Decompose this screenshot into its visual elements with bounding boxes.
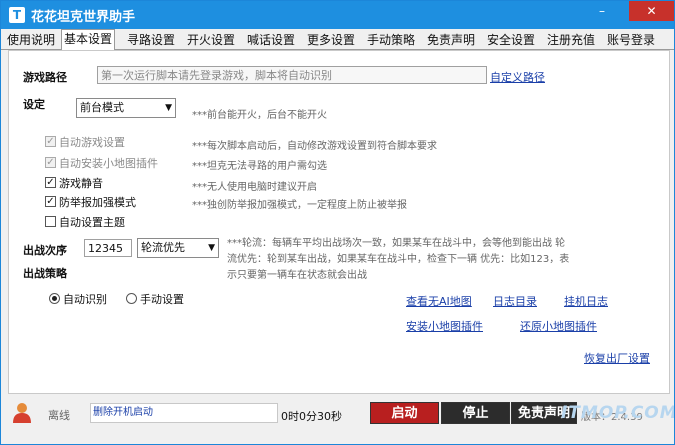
minimize-button[interactable]: – <box>589 1 615 21</box>
auto-minimap-checkbox[interactable]: ✓ <box>45 157 56 168</box>
close-button[interactable]: ✕ <box>629 1 674 21</box>
title-bar: T 花花坦克世界助手 – ✕ <box>1 1 674 29</box>
basic-settings-panel: 游戏路径 第一次运行脚本请先登录游戏，脚本将自动识别 自定义路径 设定 前台模式… <box>8 50 670 394</box>
tab-disclaimer[interactable]: 免责声明 <box>425 31 477 49</box>
battle-order-label: 出战次序 <box>23 244 67 257</box>
anti-report-hint: ***独创防举报加强模式，一定程度上防止被举报 <box>192 200 407 211</box>
watermark: ITMOP.COM <box>561 403 675 423</box>
restore-minimap-link[interactable]: 还原小地图插件 <box>520 318 597 334</box>
battle-strategy-label: 出战策略 <box>23 267 67 280</box>
settings-label: 设定 <box>23 98 45 111</box>
tab-basic-settings[interactable]: 基本设置 <box>61 29 116 50</box>
auto-game-settings-label: 自动游戏设置 <box>59 136 125 149</box>
chevron-down-icon: ▼ <box>208 243 215 253</box>
status-message: 删除开机启动 <box>90 403 278 423</box>
auto-theme-label: 自动设置主题 <box>59 216 125 229</box>
game-path-label: 游戏路径 <box>23 71 67 84</box>
custom-path-link[interactable]: 自定义路径 <box>490 69 545 85</box>
tab-usage[interactable]: 使用说明 <box>5 31 57 49</box>
mode-select-value: 前台模式 <box>80 101 124 114</box>
manual-setting-label: 手动设置 <box>140 293 184 306</box>
window-title: 花花坦克世界助手 <box>31 10 136 25</box>
auto-game-settings-hint: ***每次脚本启动后，自动修改游戏设置到符合脚本要求 <box>192 141 437 152</box>
tab-register[interactable]: 注册充值 <box>545 31 597 49</box>
auto-minimap-label: 自动安装小地图插件 <box>59 157 158 170</box>
run-timer: 0时0分30秒 <box>281 410 342 423</box>
auto-game-settings-checkbox[interactable]: ✓ <box>45 136 56 147</box>
app-logo-icon: T <box>9 7 25 23</box>
tab-security[interactable]: 安全设置 <box>485 31 537 49</box>
battle-order-hint-3: 示只要第一辆车在状态就会出战 <box>227 270 367 281</box>
auto-minimap-hint: ***坦克无法寻路的用户需勾选 <box>192 161 327 172</box>
battle-order-mode-value: 轮流优先 <box>141 241 185 254</box>
tab-shout[interactable]: 喊话设置 <box>245 31 297 49</box>
chevron-down-icon: ▼ <box>165 103 172 113</box>
tab-pathfinding[interactable]: 寻路设置 <box>125 31 177 49</box>
tab-login[interactable]: 账号登录 <box>605 31 657 49</box>
mode-select[interactable]: 前台模式 ▼ <box>76 98 176 118</box>
anti-report-label: 防举报加强模式 <box>59 196 136 209</box>
game-path-input[interactable]: 第一次运行脚本请先登录游戏，脚本将自动识别 <box>97 66 487 84</box>
user-avatar-icon <box>13 403 31 423</box>
install-minimap-link[interactable]: 安装小地图插件 <box>406 318 483 334</box>
log-dir-link[interactable]: 日志目录 <box>493 293 537 309</box>
battle-order-mode-select[interactable]: 轮流优先 ▼ <box>137 238 219 258</box>
game-mute-checkbox[interactable]: ✓ <box>45 177 56 188</box>
battle-order-hint-1: ***轮流：每辆车平均出战场次一致，如果某车在战斗中，会等他到能出战 轮 <box>227 238 566 249</box>
manual-setting-radio[interactable] <box>126 293 137 304</box>
tab-fire[interactable]: 开火设置 <box>185 31 237 49</box>
tab-more[interactable]: 更多设置 <box>305 31 357 49</box>
mode-hint: ***前台能开火，后台不能开火 <box>192 110 327 121</box>
auto-theme-checkbox[interactable] <box>45 216 56 227</box>
game-mute-hint: ***无人使用电脑时建议开启 <box>192 182 317 193</box>
start-button[interactable]: 启动 <box>370 402 439 424</box>
connection-status: 离线 <box>48 409 70 422</box>
tab-bar: 使用说明 基本设置 寻路设置 开火设置 喊话设置 更多设置 手动策略 免责声明 … <box>1 29 674 50</box>
stop-button[interactable]: 停止 <box>441 402 510 424</box>
battle-order-input[interactable]: 12345 <box>84 239 132 257</box>
factory-reset-link[interactable]: 恢复出厂设置 <box>584 350 650 366</box>
tab-manual-strategy[interactable]: 手动策略 <box>365 31 417 49</box>
game-mute-label: 游戏静音 <box>59 177 103 190</box>
hang-log-link[interactable]: 挂机日志 <box>564 293 608 309</box>
view-no-ai-map-link[interactable]: 查看无AI地图 <box>406 293 472 309</box>
auto-detect-label: 自动识别 <box>63 293 107 306</box>
auto-detect-radio[interactable] <box>49 293 60 304</box>
app-window: T 花花坦克世界助手 – ✕ 使用说明 基本设置 寻路设置 开火设置 喊话设置 … <box>0 0 675 445</box>
anti-report-checkbox[interactable]: ✓ <box>45 196 56 207</box>
battle-order-hint-2: 流优先：轮到某车出战，如果某车在战斗中，检查下一辆 优先：比如123，表 <box>227 254 570 265</box>
